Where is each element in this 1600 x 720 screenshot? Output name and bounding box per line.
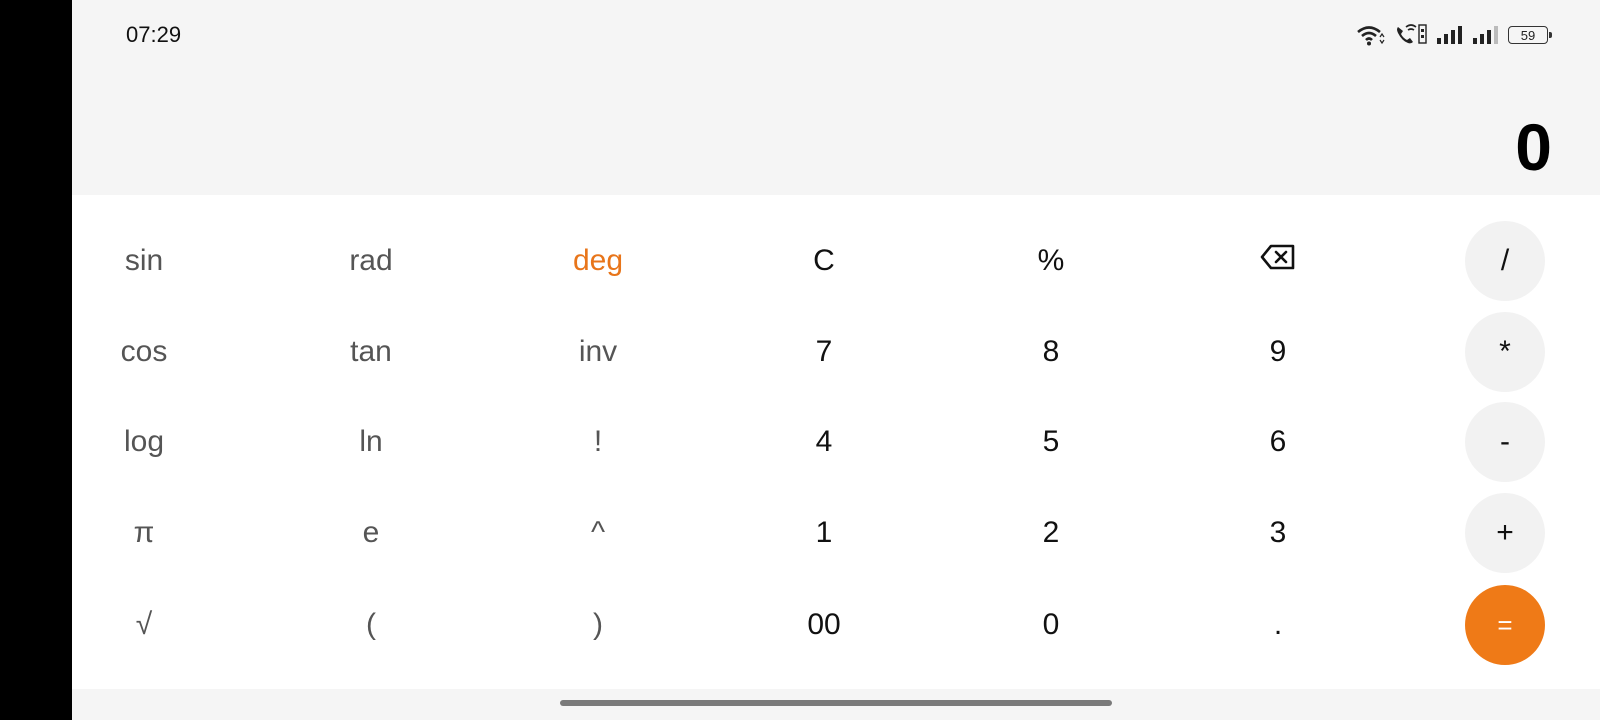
result-display: 0 — [1515, 110, 1552, 184]
open-paren-button[interactable]: ( — [311, 585, 431, 665]
left-black-bar — [0, 0, 72, 720]
calculator-screen: 07:29 59 0 sin rad deg C % / cos tan inv… — [72, 0, 1600, 720]
status-icons: 59 — [1356, 22, 1552, 48]
pi-button[interactable]: π — [84, 493, 204, 573]
digit-4-button[interactable]: 4 — [764, 402, 884, 482]
power-button[interactable]: ^ — [538, 493, 658, 573]
multiply-button[interactable]: * — [1465, 312, 1545, 392]
signal-icon — [1472, 25, 1500, 45]
keypad: sin rad deg C % / cos tan inv 7 8 9 * lo… — [72, 195, 1600, 689]
backspace-icon — [1260, 244, 1296, 278]
status-bar: 07:29 59 — [72, 0, 1600, 72]
digit-0-button[interactable]: 0 — [991, 585, 1111, 665]
digit-7-button[interactable]: 7 — [764, 312, 884, 392]
tan-button[interactable]: tan — [311, 312, 431, 392]
double-zero-button[interactable]: 00 — [764, 585, 884, 665]
deg-button[interactable]: deg — [538, 221, 658, 301]
wifi-calling-icon — [1394, 23, 1428, 47]
minus-button[interactable]: - — [1465, 402, 1545, 482]
log-button[interactable]: log — [84, 402, 204, 482]
battery-icon: 59 — [1508, 26, 1552, 44]
digit-1-button[interactable]: 1 — [764, 493, 884, 573]
e-button[interactable]: e — [311, 493, 431, 573]
equals-button[interactable]: = — [1465, 585, 1545, 665]
wifi-icon — [1356, 24, 1386, 46]
clear-button[interactable]: C — [764, 221, 884, 301]
backspace-button[interactable] — [1218, 221, 1338, 301]
digit-2-button[interactable]: 2 — [991, 493, 1111, 573]
factorial-button[interactable]: ! — [538, 402, 658, 482]
digit-6-button[interactable]: 6 — [1218, 402, 1338, 482]
digit-9-button[interactable]: 9 — [1218, 312, 1338, 392]
plus-button[interactable]: + — [1465, 493, 1545, 573]
divide-button[interactable]: / — [1465, 221, 1545, 301]
home-indicator[interactable] — [560, 700, 1112, 706]
percent-button[interactable]: % — [991, 221, 1111, 301]
cos-button[interactable]: cos — [84, 312, 204, 392]
inv-button[interactable]: inv — [538, 312, 658, 392]
digit-5-button[interactable]: 5 — [991, 402, 1111, 482]
display-panel: 0 — [72, 72, 1600, 195]
sin-button[interactable]: sin — [84, 221, 204, 301]
signal-icon — [1436, 25, 1464, 45]
status-time: 07:29 — [126, 22, 182, 47]
digit-8-button[interactable]: 8 — [991, 312, 1111, 392]
rad-button[interactable]: rad — [311, 221, 431, 301]
ln-button[interactable]: ln — [311, 402, 431, 482]
sqrt-button[interactable]: √ — [84, 585, 204, 665]
digit-3-button[interactable]: 3 — [1218, 493, 1338, 573]
decimal-button[interactable]: . — [1218, 585, 1338, 665]
close-paren-button[interactable]: ) — [538, 585, 658, 665]
